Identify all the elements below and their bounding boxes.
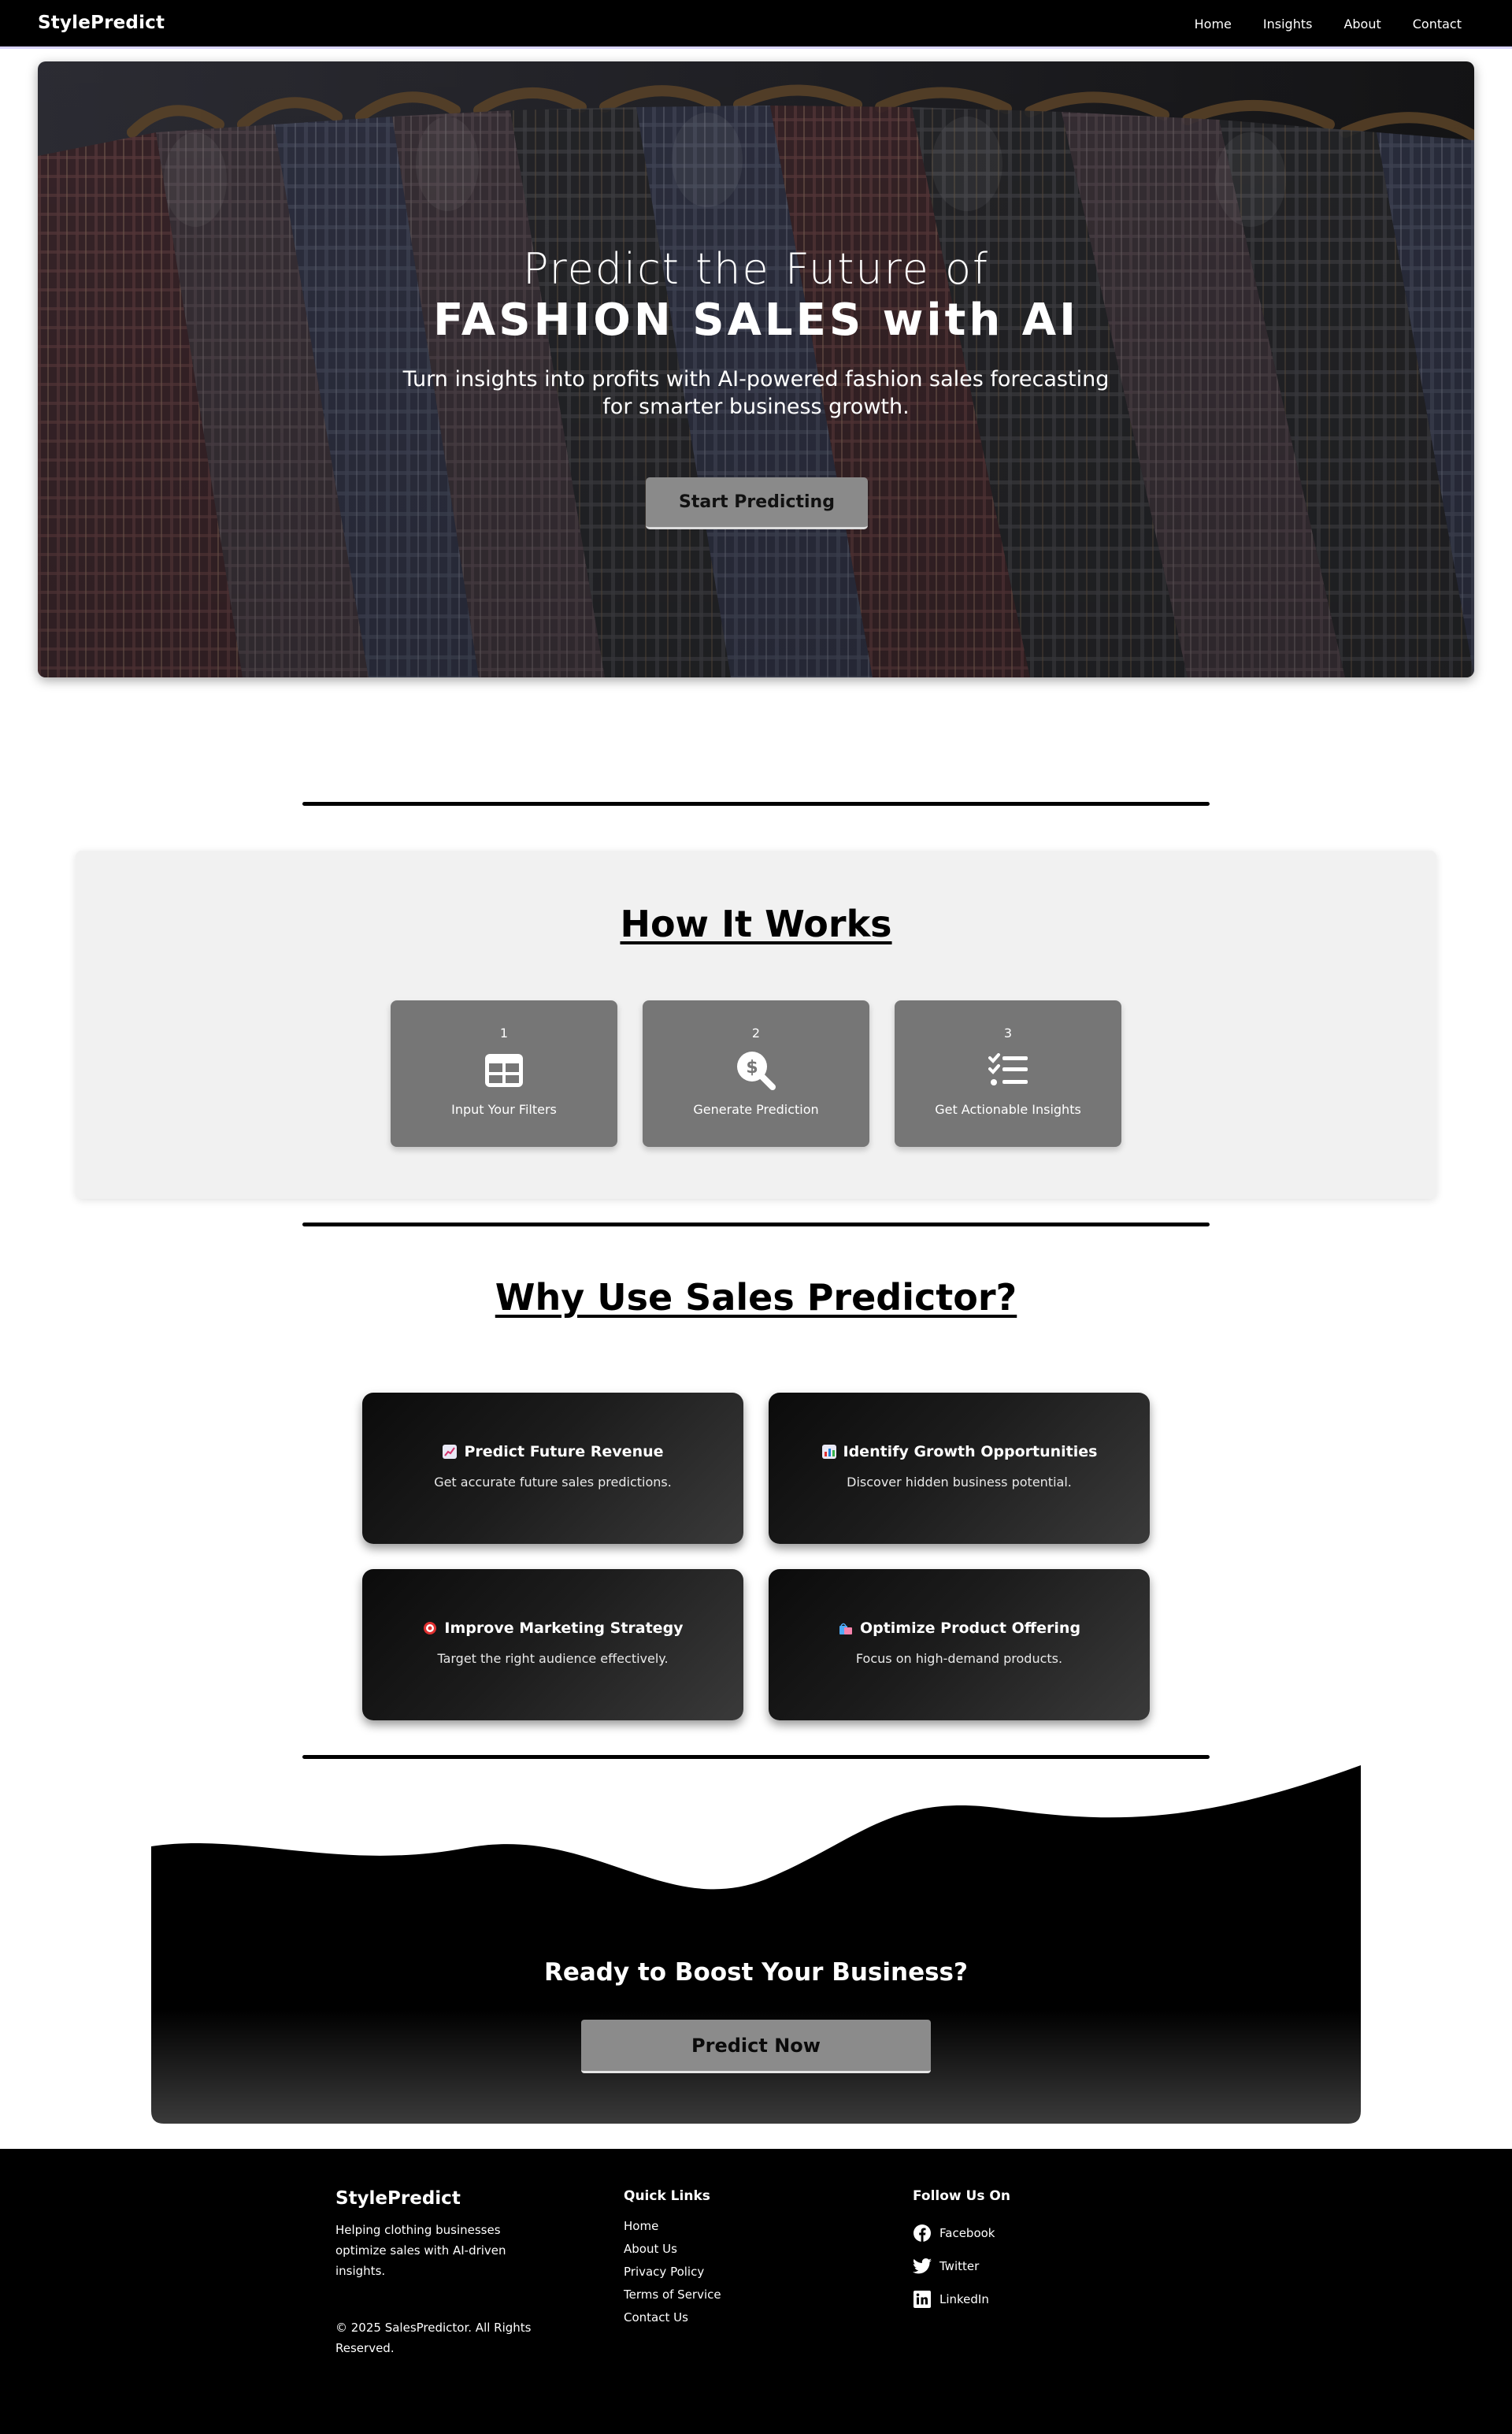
steps-list: 1 Input Your Filters 2 $ Generate Predic… bbox=[76, 1000, 1436, 1147]
feature-title: Improve Marketing Strategy bbox=[444, 1620, 684, 1637]
footer-link-contact-us[interactable]: Contact Us bbox=[624, 2306, 721, 2329]
step-label: Get Actionable Insights bbox=[935, 1102, 1081, 1117]
table-grid-icon bbox=[484, 1052, 524, 1089]
feature-title: Predict Future Revenue bbox=[464, 1443, 664, 1460]
footer-link-terms-of-service[interactable]: Terms of Service bbox=[624, 2284, 721, 2306]
chart-up-icon bbox=[442, 1444, 458, 1460]
svg-text:$: $ bbox=[746, 1058, 758, 1078]
section-divider bbox=[302, 802, 1210, 806]
footer-about: Helping clothing businesses optimize sal… bbox=[335, 2223, 506, 2278]
social-label: Twitter bbox=[939, 2259, 980, 2273]
social-linkedin[interactable]: LinkedIn bbox=[913, 2283, 1010, 2316]
facebook-icon bbox=[913, 2224, 932, 2243]
step-number: 3 bbox=[1003, 1026, 1013, 1041]
target-icon bbox=[422, 1620, 438, 1636]
social-twitter[interactable]: Twitter bbox=[913, 2250, 1010, 2283]
why-title: Why Use Sales Predictor? bbox=[495, 1276, 1017, 1319]
footer-social-column: Follow Us On Facebook Twitter LinkedIn bbox=[913, 2188, 1010, 2316]
step-number: 2 bbox=[751, 1026, 761, 1041]
hero-content: Predict the Future of FASHION SALES with… bbox=[38, 244, 1474, 421]
section-divider bbox=[302, 1755, 1210, 1759]
footer-link-privacy-policy[interactable]: Privacy Policy bbox=[624, 2261, 721, 2284]
social-facebook[interactable]: Facebook bbox=[913, 2217, 1010, 2250]
cta-section: Ready to Boost Your Business? Predict No… bbox=[151, 1761, 1361, 2124]
nav-link-insights[interactable]: Insights bbox=[1263, 17, 1313, 32]
twitter-icon bbox=[913, 2257, 932, 2276]
how-it-works-title: How It Works bbox=[620, 903, 892, 945]
footer-copyright: © 2025 SalesPredictor. All Rights Reserv… bbox=[335, 2321, 532, 2355]
follow-us-title: Follow Us On bbox=[913, 2188, 1010, 2204]
nav-link-home[interactable]: Home bbox=[1195, 17, 1232, 32]
hero-heading-line2: FASHION SALES with AI bbox=[433, 295, 1079, 346]
footer-brand: StylePredict bbox=[335, 2188, 461, 2209]
step-label: Generate Prediction bbox=[693, 1102, 819, 1117]
step-number: 1 bbox=[499, 1026, 509, 1041]
social-label: Facebook bbox=[939, 2226, 995, 2240]
hero-subtitle: Turn insights into profits with AI-power… bbox=[402, 367, 1110, 419]
feature-desc: Discover hidden business potential. bbox=[847, 1475, 1072, 1490]
nav-link-about[interactable]: About bbox=[1343, 17, 1380, 32]
predict-now-button[interactable]: Predict Now bbox=[581, 2020, 931, 2073]
search-dollar-icon: $ bbox=[736, 1052, 776, 1090]
feature-title: Identify Growth Opportunities bbox=[843, 1443, 1098, 1460]
feature-card: Optimize Product Offering Focus on high-… bbox=[769, 1569, 1150, 1720]
start-predicting-button[interactable]: Start Predicting bbox=[646, 477, 868, 529]
hero-banner: Predict the Future of FASHION SALES with… bbox=[38, 61, 1474, 677]
social-label: LinkedIn bbox=[939, 2292, 989, 2306]
how-it-works-section: How It Works 1 Input Your Filters 2 $ Ge… bbox=[76, 851, 1436, 1199]
bar-chart-icon bbox=[821, 1444, 837, 1460]
step-card[interactable]: 1 Input Your Filters bbox=[391, 1000, 617, 1147]
brand-logo[interactable]: StylePredict bbox=[38, 13, 165, 33]
cta-title: Ready to Boost Your Business? bbox=[543, 1958, 968, 1987]
feature-desc: Focus on high-demand products. bbox=[855, 1651, 1063, 1666]
checklist-icon bbox=[988, 1052, 1028, 1089]
footer: StylePredict Helping clothing businesses… bbox=[0, 2149, 1512, 2434]
shopping-bags-icon bbox=[838, 1620, 854, 1636]
nav-links: Home Insights About Contact bbox=[1195, 17, 1462, 32]
feature-card: Predict Future Revenue Get accurate futu… bbox=[362, 1393, 743, 1544]
step-card[interactable]: 3 Get Actionable Insights bbox=[895, 1000, 1121, 1147]
step-card[interactable]: 2 $ Generate Prediction bbox=[643, 1000, 869, 1147]
footer-brand-column: StylePredict Helping clothing businesses… bbox=[335, 2188, 540, 2358]
feature-desc: Get accurate future sales predictions. bbox=[434, 1475, 672, 1490]
nav-link-contact[interactable]: Contact bbox=[1413, 17, 1462, 32]
quick-links-title: Quick Links bbox=[624, 2188, 710, 2204]
footer-quick-links-column: Quick Links Home About Us Privacy Policy… bbox=[624, 2188, 721, 2329]
feature-title: Optimize Product Offering bbox=[859, 1620, 1081, 1637]
social-list: Facebook Twitter LinkedIn bbox=[913, 2217, 1010, 2316]
footer-link-home[interactable]: Home bbox=[624, 2215, 721, 2238]
quick-links-list: Home About Us Privacy Policy Terms of Se… bbox=[624, 2215, 721, 2329]
section-divider bbox=[302, 1223, 1210, 1226]
linkedin-icon bbox=[913, 2290, 932, 2309]
navbar: StylePredict Home Insights About Contact bbox=[0, 0, 1512, 49]
features-grid: Predict Future Revenue Get accurate futu… bbox=[362, 1393, 1150, 1720]
step-label: Input Your Filters bbox=[451, 1102, 557, 1117]
feature-desc: Target the right audience effectively. bbox=[437, 1651, 669, 1666]
hero-heading-line1: Predict the Future of bbox=[522, 244, 990, 294]
feature-card: Improve Marketing Strategy Target the ri… bbox=[362, 1569, 743, 1720]
feature-card: Identify Growth Opportunities Discover h… bbox=[769, 1393, 1150, 1544]
footer-link-about-us[interactable]: About Us bbox=[624, 2238, 721, 2261]
